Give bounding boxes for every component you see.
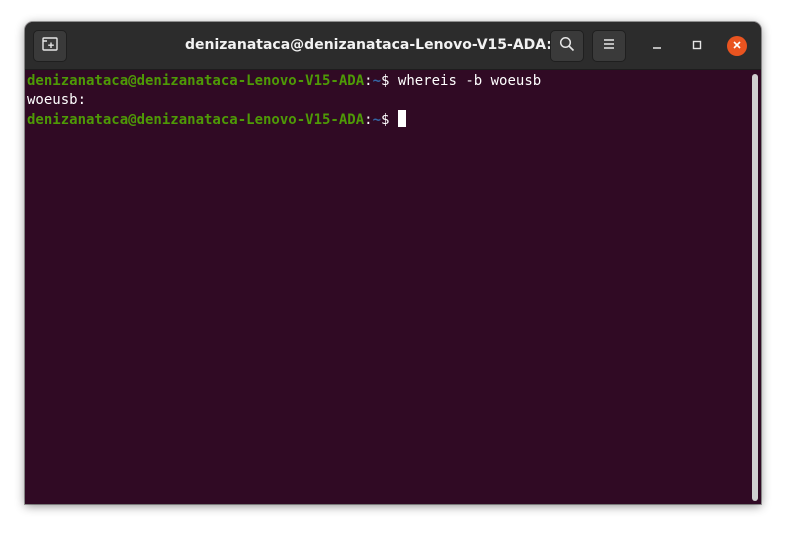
- scrollbar[interactable]: [752, 74, 758, 501]
- window-title: denizanataca@denizanataca-Lenovo-V15-ADA…: [185, 37, 569, 53]
- prompt-user-host: denizanataca@denizanataca-Lenovo-V15-ADA: [27, 73, 365, 89]
- close-icon: [732, 37, 742, 55]
- prompt-path: ~: [372, 112, 382, 128]
- terminal-output[interactable]: denizanataca@denizanataca-Lenovo-V15-ADA…: [25, 70, 761, 504]
- text-cursor: [397, 110, 406, 127]
- new-tab-button[interactable]: [33, 30, 67, 62]
- maximize-button[interactable]: [687, 36, 707, 56]
- close-button[interactable]: [727, 36, 747, 56]
- title-bar[interactable]: denizanataca@denizanataca-Lenovo-V15-ADA…: [25, 22, 761, 70]
- prompt-colon: :: [364, 73, 373, 89]
- hamburger-menu-icon: [602, 37, 616, 55]
- prompt-path: ~: [372, 73, 382, 89]
- command-text: whereis -b woeusb: [397, 73, 542, 89]
- search-button[interactable]: [550, 30, 584, 62]
- prompt-user-host: denizanataca@denizanataca-Lenovo-V15-ADA: [27, 112, 365, 128]
- prompt-colon: :: [364, 112, 373, 128]
- terminal-line-output: woeusb:: [27, 91, 86, 110]
- new-tab-icon: [42, 36, 58, 56]
- terminal-window: denizanataca@denizanataca-Lenovo-V15-ADA…: [25, 22, 761, 504]
- terminal-line-command: denizanataca@denizanataca-Lenovo-V15-ADA…: [27, 72, 541, 91]
- minimize-button[interactable]: [647, 36, 667, 56]
- output-text: woeusb:: [27, 92, 87, 108]
- search-icon: [559, 36, 575, 57]
- minimize-icon: [652, 37, 662, 55]
- menu-button[interactable]: [592, 30, 626, 62]
- maximize-icon: [692, 37, 702, 55]
- terminal-line-prompt: denizanataca@denizanataca-Lenovo-V15-ADA…: [27, 110, 406, 129]
- prompt-dollar: $: [381, 73, 398, 89]
- prompt-dollar: $: [381, 112, 398, 128]
